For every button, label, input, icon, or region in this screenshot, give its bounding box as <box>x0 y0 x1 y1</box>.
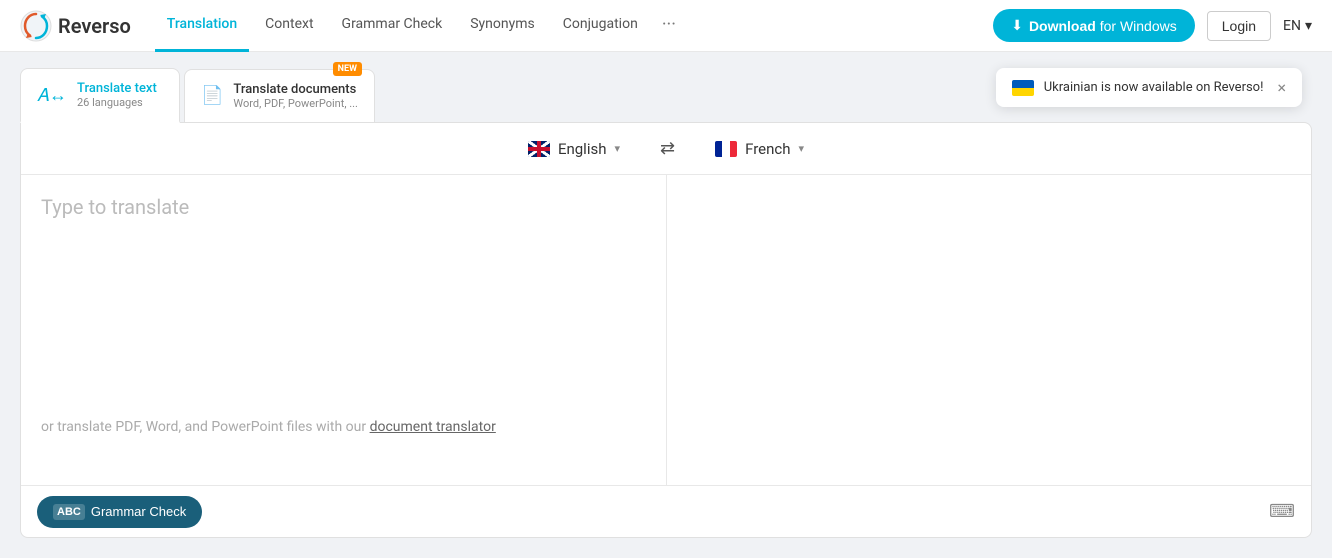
bottom-bar: ABC Grammar Check ⌨ <box>21 485 1311 537</box>
language-selector[interactable]: EN ▾ <box>1283 18 1312 34</box>
notification-text: Ukrainian is now available on Reverso! <box>1044 80 1264 95</box>
logo-text: Reverso <box>58 14 131 38</box>
header: Reverso Translation Context Grammar Chec… <box>0 0 1332 52</box>
download-icon: ⬇ <box>1011 17 1023 34</box>
translate-docs-icon: 📄 <box>201 85 223 106</box>
target-language-label: French <box>745 140 790 158</box>
translation-box: English ▾ ⇄ French ▾ or trans <box>20 122 1312 538</box>
tab-translate-text[interactable]: 𝐴↔ Translate text 26 languages <box>20 68 180 123</box>
tab-translate-docs[interactable]: NEW 📄 Translate documents Word, PDF, Pow… <box>184 69 375 122</box>
notification-close-button[interactable]: × <box>1277 78 1286 97</box>
header-actions: ⬇ Download for Windows Login EN ▾ <box>993 9 1312 42</box>
switch-languages-button[interactable]: ⇄ <box>644 130 691 167</box>
target-text-panel <box>667 175 1312 485</box>
download-button[interactable]: ⬇ Download for Windows <box>993 9 1195 42</box>
chevron-down-icon: ▾ <box>1305 18 1312 34</box>
main-nav: Translation Context Grammar Check Synony… <box>155 0 993 52</box>
document-translator-link[interactable]: document translator <box>370 419 496 435</box>
abc-icon: ABC <box>53 504 85 520</box>
target-language-chevron: ▾ <box>799 142 805 155</box>
main-content: English ▾ ⇄ French ▾ or trans <box>0 122 1332 558</box>
nav-synonyms[interactable]: Synonyms <box>458 0 547 52</box>
tab-docs-subtitle: Word, PDF, PowerPoint, ... <box>233 97 358 110</box>
ukraine-flag-icon <box>1012 80 1034 96</box>
nav-grammar-check[interactable]: Grammar Check <box>330 0 455 52</box>
tab-text-subtitle: 26 languages <box>77 96 157 109</box>
french-flag-icon <box>715 141 737 157</box>
grammar-check-button[interactable]: ABC Grammar Check <box>37 496 202 528</box>
login-button[interactable]: Login <box>1207 11 1271 41</box>
source-text-input[interactable] <box>41 195 646 415</box>
switch-icon: ⇄ <box>660 138 675 158</box>
source-language-label: English <box>558 140 607 158</box>
tab-text-title: Translate text <box>77 81 157 96</box>
target-language-select[interactable]: French ▾ <box>691 128 828 170</box>
nav-context[interactable]: Context <box>253 0 325 52</box>
source-helper-text: or translate PDF, Word, and PowerPoint f… <box>41 419 646 435</box>
uk-flag-icon <box>528 141 550 157</box>
nav-more[interactable]: ··· <box>654 0 684 52</box>
text-panels: or translate PDF, Word, and PowerPoint f… <box>21 175 1311 485</box>
nav-conjugation[interactable]: Conjugation <box>551 0 650 52</box>
nav-translation[interactable]: Translation <box>155 0 249 52</box>
notification-banner: Ukrainian is now available on Reverso! × <box>996 68 1302 107</box>
new-badge: NEW <box>333 62 362 76</box>
reverso-logo-icon <box>20 10 52 42</box>
grammar-check-label: Grammar Check <box>91 504 186 519</box>
source-text-panel: or translate PDF, Word, and PowerPoint f… <box>21 175 667 485</box>
translate-text-icon: 𝐴↔ <box>37 85 67 106</box>
tab-docs-title: Translate documents <box>233 82 358 97</box>
source-language-chevron: ▾ <box>614 142 620 155</box>
logo[interactable]: Reverso <box>20 10 131 42</box>
source-language-select[interactable]: English ▾ <box>504 128 644 170</box>
language-bar: English ▾ ⇄ French ▾ <box>21 123 1311 175</box>
download-label: Download for Windows <box>1029 18 1177 34</box>
